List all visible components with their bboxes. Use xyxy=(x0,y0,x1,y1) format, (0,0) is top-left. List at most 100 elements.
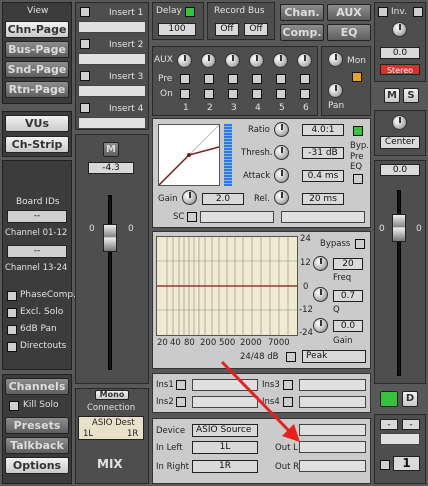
aux-1-on-checkbox[interactable] xyxy=(180,89,190,99)
thresh-value-field[interactable]: -31 dB xyxy=(302,147,344,159)
comp-bypass-toggle[interactable] xyxy=(353,126,363,136)
kill-solo-checkbox[interactable] xyxy=(9,401,19,411)
insert-4-slot[interactable] xyxy=(78,117,146,129)
mono-button[interactable]: Mono xyxy=(95,390,129,400)
channel-select-checkbox[interactable] xyxy=(380,460,390,470)
attack-value-field[interactable]: 0.4 ms xyxy=(302,170,344,182)
out-r-slot[interactable] xyxy=(299,460,366,472)
channel-number-field[interactable]: 1 xyxy=(393,456,420,471)
aux-3-on-checkbox[interactable] xyxy=(228,89,238,99)
chn-page-button[interactable]: Chn-Page xyxy=(5,21,69,38)
stereo-badge[interactable]: Stereo xyxy=(380,64,420,75)
eq-q-knob[interactable] xyxy=(313,287,328,302)
aux-2-on-checkbox[interactable] xyxy=(204,89,214,99)
comp-mode-button[interactable]: Comp. xyxy=(280,24,324,41)
output-fader-handle[interactable] xyxy=(392,214,406,242)
aux-6-knob[interactable] xyxy=(297,53,312,68)
aux-4-knob[interactable] xyxy=(249,53,264,68)
eq-bypass-checkbox[interactable] xyxy=(355,239,365,249)
phasecomp-checkbox[interactable] xyxy=(7,291,17,301)
aux-5-pre-checkbox[interactable] xyxy=(276,74,286,84)
sidechain-slot-2[interactable] xyxy=(281,211,365,223)
delay-value-field[interactable]: 100 xyxy=(158,23,196,36)
pan-knob[interactable] xyxy=(328,83,343,98)
eq-q-value-field[interactable]: 0.7 xyxy=(333,290,363,302)
options-button[interactable]: Options xyxy=(5,457,69,474)
aux-3-knob[interactable] xyxy=(225,53,240,68)
insert-2-slot[interactable] xyxy=(78,53,146,65)
gain-value-field[interactable]: -4.3 xyxy=(88,162,134,174)
eq-mode-button[interactable]: EQ xyxy=(327,24,371,41)
ch-strip-button[interactable]: Ch-Strip xyxy=(5,136,69,153)
eq-gain-value-field[interactable]: 0.0 xyxy=(333,320,363,332)
rtn-page-button[interactable]: Rtn-Page xyxy=(5,81,69,98)
directouts-checkbox[interactable] xyxy=(7,342,17,352)
release-value-field[interactable]: 20 ms xyxy=(302,193,344,205)
eq-gain-knob[interactable] xyxy=(313,318,328,333)
aux-5-knob[interactable] xyxy=(273,53,288,68)
aux-mode-button[interactable]: AUX xyxy=(327,4,371,21)
mon-toggle[interactable] xyxy=(352,72,362,82)
board-id-2-field[interactable]: -- xyxy=(7,245,67,258)
eq-type-field[interactable]: Peak xyxy=(302,350,366,363)
right-bottom-slot[interactable] xyxy=(380,433,420,445)
attack-knob[interactable] xyxy=(274,168,289,183)
phase-invert-right-checkbox[interactable] xyxy=(413,7,423,17)
insert-1-checkbox[interactable] xyxy=(80,7,90,17)
minus-right-button[interactable]: - xyxy=(402,419,420,430)
center-pan-knob[interactable] xyxy=(392,115,407,130)
green-toggle-button[interactable] xyxy=(380,391,398,407)
mute-right-button[interactable]: M xyxy=(384,88,400,103)
sidechain-checkbox[interactable] xyxy=(187,212,197,222)
presets-button[interactable]: Presets xyxy=(5,417,69,434)
stereo-pan-knob[interactable] xyxy=(392,22,407,37)
comp-gain-knob[interactable] xyxy=(182,190,197,205)
ins2-checkbox[interactable] xyxy=(176,397,186,407)
vus-button[interactable]: VUs xyxy=(5,115,69,132)
record-bus-left-field[interactable]: Off xyxy=(215,23,239,36)
aux-4-on-checkbox[interactable] xyxy=(252,89,262,99)
aux-3-pre-checkbox[interactable] xyxy=(228,74,238,84)
stereo-pan-value-field[interactable]: 0.0 xyxy=(380,47,420,59)
mon-knob[interactable] xyxy=(328,52,343,67)
channel-fader-handle[interactable] xyxy=(103,224,117,252)
insert-1-slot[interactable] xyxy=(78,21,146,33)
excl-solo-checkbox[interactable] xyxy=(7,308,17,318)
comp-gain-value-field[interactable]: 2.0 xyxy=(202,193,244,205)
d-button[interactable]: D xyxy=(402,391,418,407)
aux-6-pre-checkbox[interactable] xyxy=(300,74,310,84)
delay-toggle[interactable] xyxy=(185,7,195,17)
bus-page-button[interactable]: Bus-Page xyxy=(5,41,69,58)
aux-4-pre-checkbox[interactable] xyxy=(252,74,262,84)
ratio-knob[interactable] xyxy=(274,122,289,137)
output-fader-value-field[interactable]: 0.0 xyxy=(380,164,420,176)
pre-eq-checkbox[interactable] xyxy=(353,174,363,184)
aux-2-pre-checkbox[interactable] xyxy=(204,74,214,84)
talkback-button[interactable]: Talkback xyxy=(5,437,69,454)
in-right-field[interactable]: 1R xyxy=(192,460,258,473)
insert-3-checkbox[interactable] xyxy=(80,71,90,81)
phase-invert-left-checkbox[interactable] xyxy=(378,7,388,17)
solo-button[interactable]: S xyxy=(403,88,419,103)
aux-1-knob[interactable] xyxy=(177,53,192,68)
board-id-1-field[interactable]: -- xyxy=(7,210,67,223)
snd-page-button[interactable]: Snd-Page xyxy=(5,61,69,78)
insert-2-checkbox[interactable] xyxy=(80,39,90,49)
aux-6-on-checkbox[interactable] xyxy=(300,89,310,99)
ins1-checkbox[interactable] xyxy=(176,380,186,390)
aux-5-on-checkbox[interactable] xyxy=(276,89,286,99)
6db-pan-checkbox[interactable] xyxy=(7,325,17,335)
chan-mode-button[interactable]: Chan. xyxy=(280,4,324,21)
eq-freq-knob[interactable] xyxy=(313,256,328,271)
record-bus-right-field[interactable]: Off xyxy=(244,23,268,36)
aux-2-knob[interactable] xyxy=(201,53,216,68)
insert-4-checkbox[interactable] xyxy=(80,103,90,113)
release-knob[interactable] xyxy=(274,190,289,205)
center-pan-field[interactable]: Center xyxy=(380,136,420,149)
ratio-value-field[interactable]: 4.0:1 xyxy=(302,124,344,136)
aux-1-pre-checkbox[interactable] xyxy=(180,74,190,84)
channels-button[interactable]: Channels xyxy=(5,378,69,395)
minus-left-button[interactable]: - xyxy=(380,419,398,430)
eq-freq-value-field[interactable]: 20 xyxy=(333,258,363,270)
insert-3-slot[interactable] xyxy=(78,85,146,97)
